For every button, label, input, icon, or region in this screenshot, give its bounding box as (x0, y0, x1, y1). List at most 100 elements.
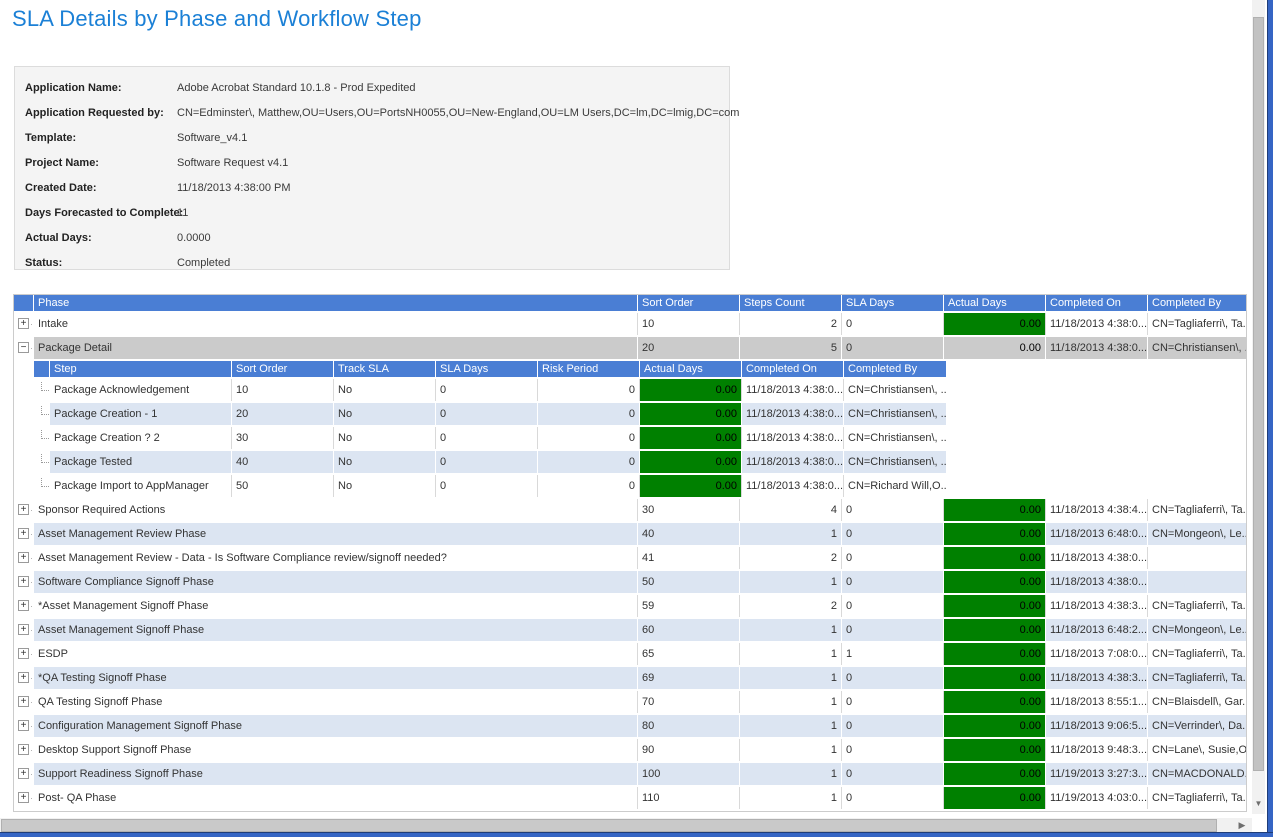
completed-by-cell: CN=Verrinder\, Da... (1148, 715, 1246, 737)
sla-days-cell: 0 (842, 571, 944, 593)
completed-by-cell: CN=Tagliaferri\, Ta... (1148, 667, 1246, 689)
sla-days-cell: 0 (842, 667, 944, 689)
phase-row: +···Asset Management Review Phase40100.0… (14, 523, 1246, 547)
phase-table-header: PhaseSort OrderSteps CountSLA DaysActual… (14, 295, 1246, 313)
tree-toggle-cell: +··· (14, 739, 34, 761)
tree-connector-icon (41, 478, 50, 487)
expand-icon[interactable]: + (18, 672, 29, 683)
column-header: Steps Count (740, 295, 842, 311)
step-table-header: StepSort OrderTrack SLASLA DaysRisk Peri… (34, 361, 946, 379)
expand-icon[interactable]: + (18, 504, 29, 515)
info-field-label: Application Name: (15, 82, 177, 94)
tree-toggle-cell: +··· (14, 499, 34, 521)
info-field-value: Completed (177, 257, 230, 269)
phase-cell: *QA Testing Signoff Phase (34, 667, 638, 689)
expand-icon[interactable]: + (18, 792, 29, 803)
steps-count-cell: 1 (740, 643, 842, 665)
phase-row: +···Asset Management Review - Data - Is … (14, 547, 1246, 571)
phase-cell: Asset Management Review Phase (34, 523, 638, 545)
sla-days-cell: 0 (842, 739, 944, 761)
phase-cell: Asset Management Signoff Phase (34, 619, 638, 641)
expand-icon[interactable]: + (18, 552, 29, 563)
sort-order-cell: 50 (232, 475, 334, 497)
tree-toggle-cell: +··· (14, 523, 34, 545)
actual-days-cell: 0.00 (944, 643, 1046, 665)
expand-icon[interactable]: + (18, 318, 29, 329)
column-header: Completed By (1148, 295, 1246, 311)
vertical-scrollbar-thumb[interactable] (1253, 17, 1264, 771)
sort-order-cell: 50 (638, 571, 740, 593)
tree-toggle-cell: +··· (14, 571, 34, 593)
step-row: Package Import to AppManager50No000.0011… (34, 475, 946, 499)
actual-days-cell: 0.00 (640, 427, 742, 449)
actual-days-cell: 0.00 (944, 571, 1046, 593)
expand-icon[interactable]: + (18, 624, 29, 635)
phase-row: +···ESDP65110.0011/18/2013 7:08:0...CN=T… (14, 643, 1246, 667)
phase-cell: ESDP (34, 643, 638, 665)
info-field-label: Application Requested by: (15, 107, 177, 119)
tree-connector-cell (34, 451, 50, 473)
phase-row: +···Configuration Management Signoff Pha… (14, 715, 1246, 739)
sla-days-cell: 0 (436, 475, 538, 497)
expand-icon[interactable]: + (18, 528, 29, 539)
tree-connector-cell (34, 475, 50, 497)
collapse-icon[interactable]: − (18, 342, 29, 353)
actual-days-cell: 0.00 (944, 691, 1046, 713)
scroll-down-icon[interactable]: ▼ (1252, 796, 1265, 812)
completed-on-cell: 11/18/2013 9:48:3... (1046, 739, 1148, 761)
sort-order-cell: 70 (638, 691, 740, 713)
steps-count-cell: 1 (740, 787, 842, 809)
column-header: Risk Period (538, 361, 640, 377)
scroll-right-icon[interactable]: ▶ (1234, 818, 1250, 833)
completed-on-cell: 11/18/2013 4:38:0... (1046, 547, 1148, 569)
info-row: Created Date:11/18/2013 4:38:00 PM (15, 175, 729, 200)
info-row: Template:Software_v4.1 (15, 125, 729, 150)
column-header: Sort Order (232, 361, 334, 377)
steps-count-cell: 1 (740, 739, 842, 761)
tree-toggle-cell: +··· (14, 313, 34, 335)
expand-icon[interactable]: + (18, 768, 29, 779)
steps-count-cell: 1 (740, 763, 842, 785)
sort-order-cell: 10 (232, 379, 334, 401)
sla-days-cell: 0 (842, 337, 944, 359)
header-icon-cell (34, 361, 50, 377)
horizontal-scrollbar[interactable] (0, 818, 1252, 833)
expand-icon[interactable]: + (18, 720, 29, 731)
completed-by-cell: CN=Christiansen\, ... (844, 451, 946, 473)
vertical-scrollbar[interactable] (1252, 0, 1265, 814)
actual-days-cell: 0.00 (944, 667, 1046, 689)
phase-cell: Configuration Management Signoff Phase (34, 715, 638, 737)
actual-days-cell: 0.00 (944, 715, 1046, 737)
step-row: Package Tested40No000.0011/18/2013 4:38:… (34, 451, 946, 475)
info-field-value: Software_v4.1 (177, 132, 247, 144)
sla-days-cell: 1 (842, 643, 944, 665)
phase-row: +···*QA Testing Signoff Phase69100.0011/… (14, 667, 1246, 691)
info-row: Days Forecasted to Complete:11 (15, 200, 729, 225)
expand-icon[interactable]: + (18, 648, 29, 659)
column-header: Step (50, 361, 232, 377)
tree-toggle-cell: +··· (14, 619, 34, 641)
step-cell: Package Creation - 1 (50, 403, 232, 425)
actual-days-cell: 0.00 (944, 523, 1046, 545)
info-field-label: Template: (15, 132, 177, 144)
completed-on-cell: 11/18/2013 4:38:0... (1046, 313, 1148, 335)
tree-connector-icon (41, 430, 50, 439)
expand-icon[interactable]: + (18, 576, 29, 587)
expand-icon[interactable]: + (18, 696, 29, 707)
sort-order-cell: 40 (638, 523, 740, 545)
tree-connector-icon (41, 382, 50, 391)
actual-days-cell: 0.00 (944, 499, 1046, 521)
phase-row: +···Support Readiness Signoff Phase10010… (14, 763, 1246, 787)
column-header: Phase (34, 295, 638, 311)
horizontal-scrollbar-thumb[interactable] (1, 819, 1217, 832)
track-sla-cell: No (334, 475, 436, 497)
info-field-label: Project Name: (15, 157, 177, 169)
sla-days-cell: 0 (842, 499, 944, 521)
completed-on-cell: 11/18/2013 4:38:0... (1046, 337, 1148, 359)
sort-order-cell: 20 (232, 403, 334, 425)
steps-count-cell: 4 (740, 499, 842, 521)
window-border-bottom (0, 832, 1273, 837)
expand-icon[interactable]: + (18, 744, 29, 755)
expand-icon[interactable]: + (18, 600, 29, 611)
steps-count-cell: 2 (740, 595, 842, 617)
